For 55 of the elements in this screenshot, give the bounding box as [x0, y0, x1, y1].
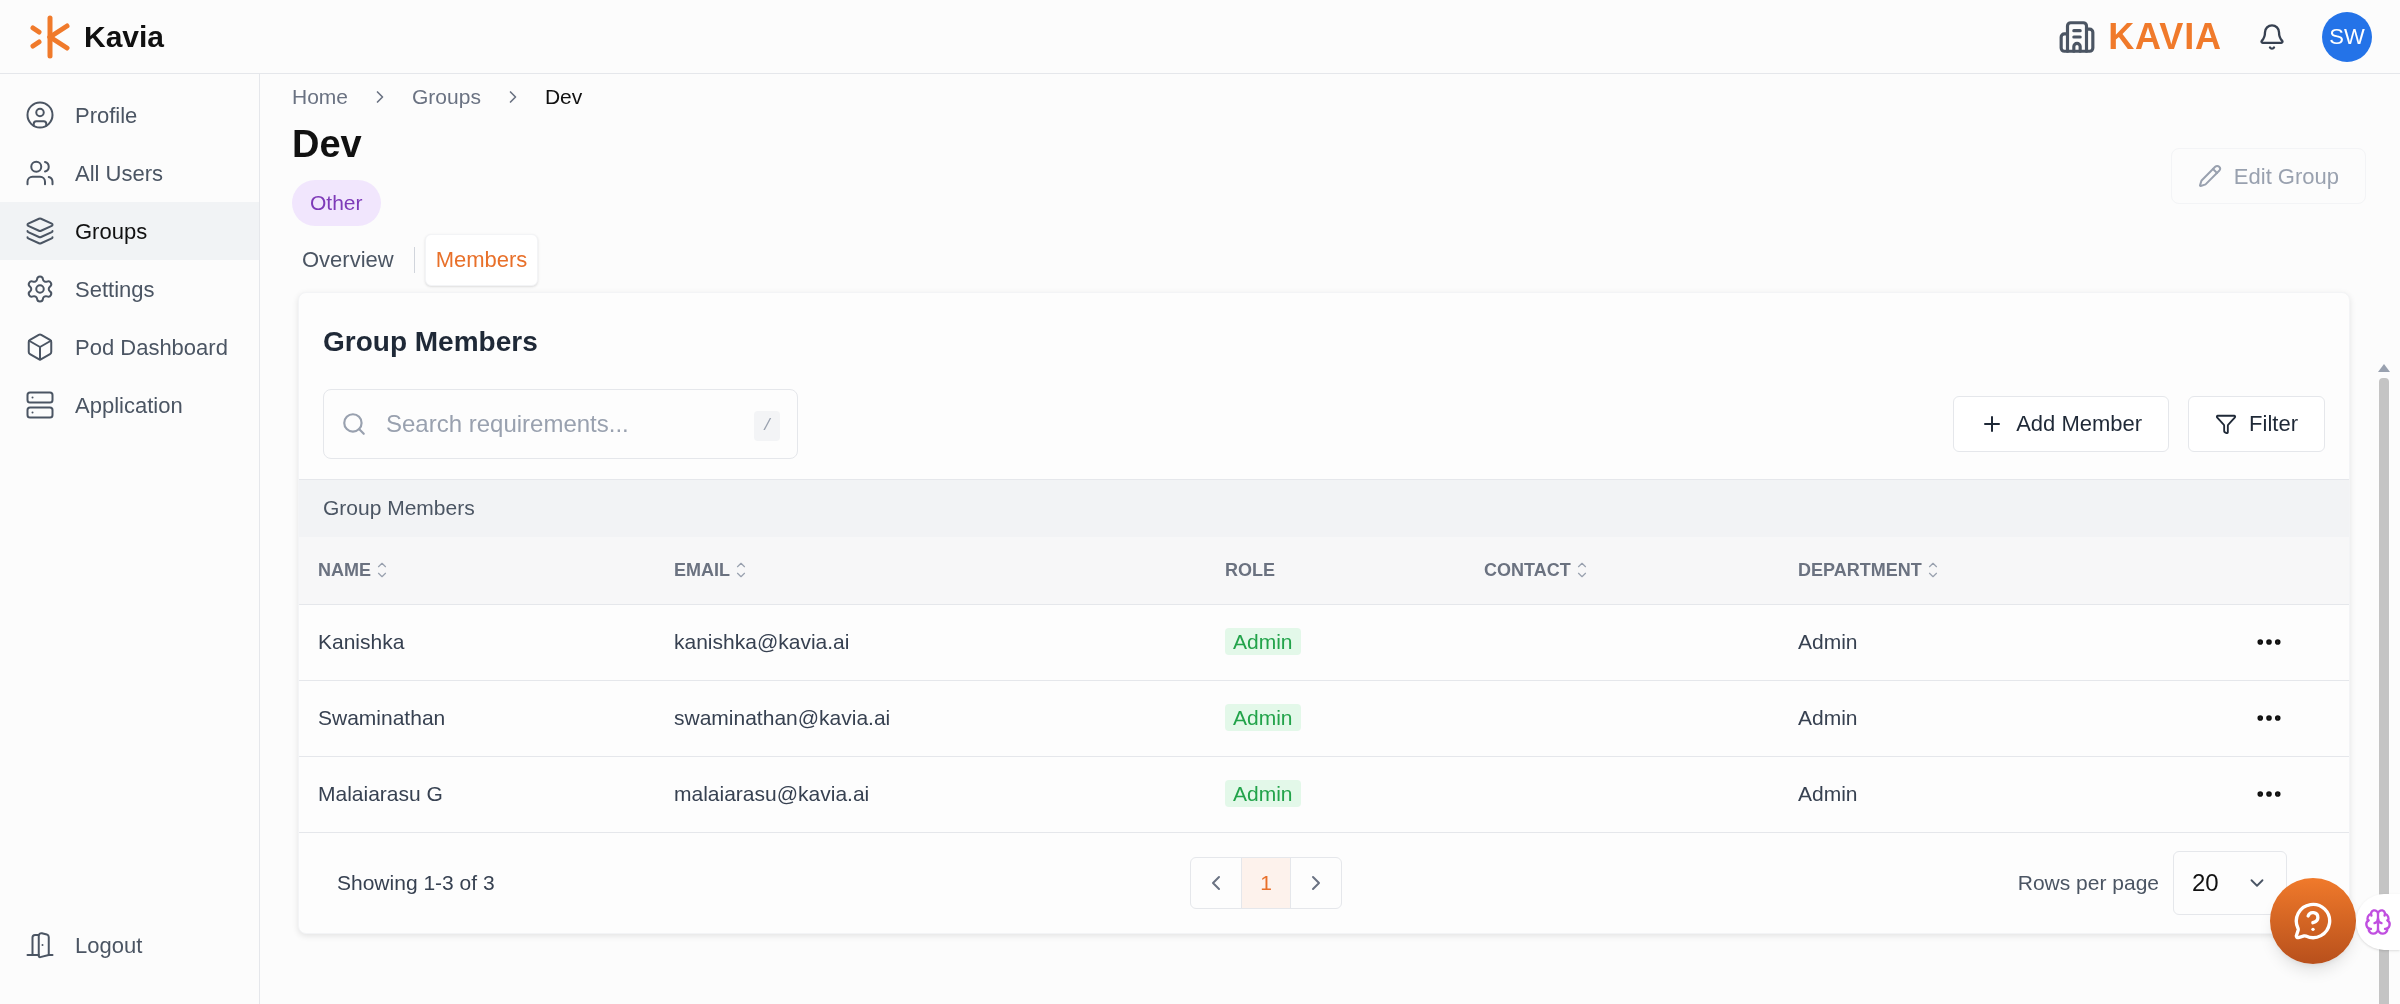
table-cell: malaiarasu@kavia.ai [674, 782, 870, 806]
table-cell: Admin [1798, 706, 1858, 730]
org-name: KAVIA [2108, 14, 2222, 59]
table-caption: Group Members [299, 478, 2349, 537]
role-badge: Admin [1225, 628, 1301, 656]
table-cell: Admin [1798, 630, 1858, 654]
user-avatar[interactable]: SW [2322, 11, 2372, 62]
table-cell-text: Kanishka [318, 629, 406, 656]
sidebar-item[interactable]: Profile [0, 86, 259, 144]
page-title: Dev [292, 122, 363, 166]
cube-icon [25, 332, 55, 362]
pagination-summary: Showing 1-3 of 3 [337, 869, 496, 896]
group-tag: Other [292, 180, 381, 226]
column-header: DEPARTMENT [1798, 558, 1922, 582]
breadcrumb-link[interactable]: Home [292, 81, 349, 113]
brain-icon [2364, 908, 2392, 936]
filter-button[interactable]: Filter [2188, 395, 2325, 452]
table-cell: swaminathan@kavia.ai [674, 706, 891, 730]
column-header: EMAIL [674, 558, 730, 582]
filter-icon [2215, 412, 2238, 435]
rows-per-page-label: Rows per page [2017, 869, 2159, 896]
notification-bell-icon[interactable] [2258, 22, 2286, 51]
search-icon [341, 410, 367, 437]
door-icon [25, 930, 55, 960]
sidebar-item[interactable]: Groups [0, 202, 259, 260]
breadcrumb-link[interactable]: Dev [544, 81, 583, 113]
brand-name: Kavia [84, 19, 165, 55]
settings-icon [25, 274, 55, 304]
assistant-button[interactable] [2356, 894, 2400, 950]
role-badge: Admin [1225, 780, 1301, 808]
column-header: ROLE [1225, 558, 1275, 582]
profile-icon [25, 100, 55, 130]
column-header: CONTACT [1484, 558, 1571, 582]
table-cell-text: Swaminathan [318, 705, 447, 732]
sidebar-item[interactable]: All Users [0, 144, 259, 202]
column-header: NAME [318, 558, 371, 582]
table-cell-text: Malaiarasu G [318, 781, 444, 808]
logo-icon [28, 13, 72, 60]
table-cell: Admin [1798, 782, 1858, 806]
server-icon [25, 390, 55, 420]
shortcut-key: / [754, 410, 780, 441]
role-badge: Admin [1225, 704, 1301, 732]
sidebar-item[interactable]: Pod Dashboard [0, 318, 259, 376]
table-cell: kanishka@kavia.ai [674, 630, 850, 654]
add-member-button[interactable]: Add Member [1953, 395, 2170, 452]
sidebar-item[interactable]: Application [0, 376, 259, 434]
breadcrumb-link[interactable]: Groups [412, 81, 481, 113]
card-title: Group Members [322, 324, 539, 359]
layers-icon [25, 216, 55, 246]
sidebar-item[interactable]: Settings [0, 260, 259, 318]
users-icon [25, 158, 55, 188]
logout-item[interactable]: Logout [0, 916, 259, 974]
tab[interactable]: Overview [292, 233, 404, 286]
question-bubble-icon [2293, 901, 2333, 941]
pencil-icon [2197, 164, 2222, 188]
